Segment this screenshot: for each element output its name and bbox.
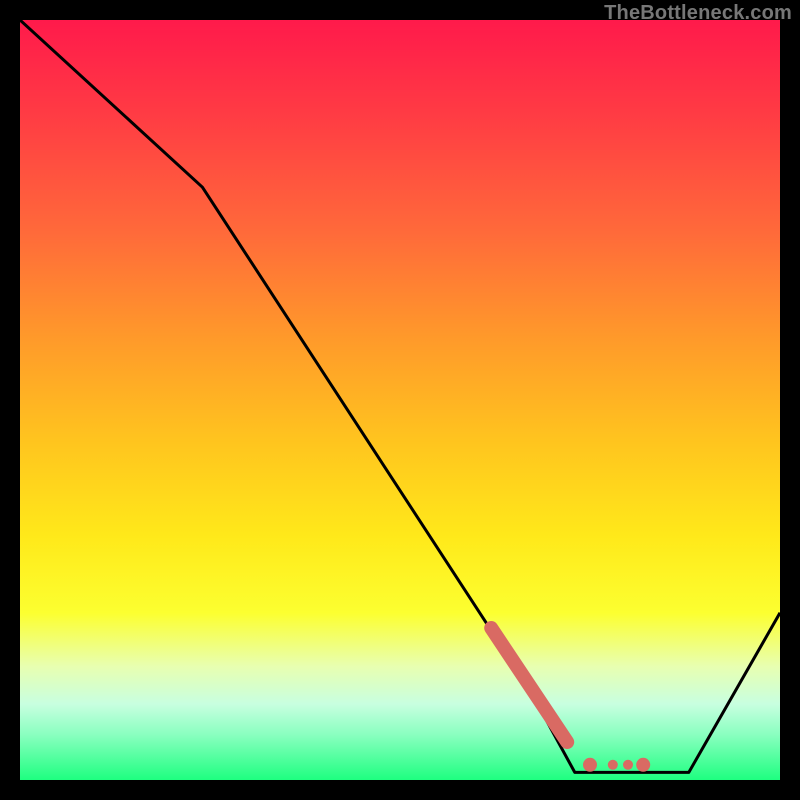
highlight-dot: [583, 758, 597, 772]
highlight-dot: [636, 758, 650, 772]
highlight-dot: [623, 760, 633, 770]
highlight-segment: [491, 628, 650, 772]
bottleneck-curve-line: [20, 20, 780, 772]
chart-plot-area: [20, 20, 780, 780]
highlight-dot: [608, 760, 618, 770]
highlight-thick-line: [491, 628, 567, 742]
chart-overlay-svg: [20, 20, 780, 780]
